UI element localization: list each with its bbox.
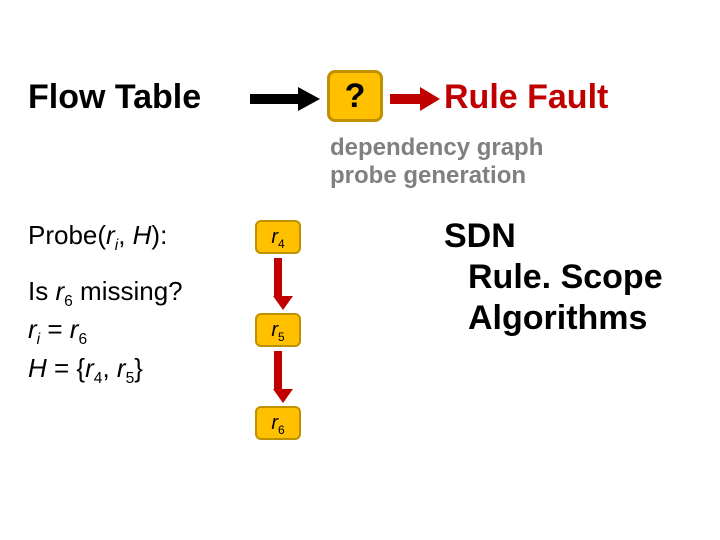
probe-assign-ri: ri = r6: [28, 312, 183, 350]
sdn-line2: Rule. Scope: [444, 257, 663, 298]
arrow-right-red-icon: [390, 90, 440, 108]
arrow-down-red-icon: [273, 258, 283, 310]
subtitle: dependency graph probe generation: [330, 134, 543, 189]
subtitle-line1: dependency graph: [330, 134, 543, 161]
subtitle-line2: probe generation: [330, 162, 526, 189]
rule-box-r5: r5: [255, 313, 301, 347]
flow-table-label: Flow Table: [28, 78, 201, 117]
rule-box-r6: r6: [255, 406, 301, 440]
rule-fault-label: Rule Fault: [444, 78, 608, 117]
probe-assign-H: H = {r4, r5}: [28, 351, 183, 389]
rule-box-r4: r4: [255, 220, 301, 254]
arrow-right-icon: [250, 90, 320, 108]
diagram-stage: Flow Table ? Rule Fault dependency graph…: [0, 0, 720, 540]
probe-heading: Probe(ri, H):: [28, 218, 183, 256]
sdn-line1: SDN: [444, 216, 663, 257]
question-box: ?: [327, 70, 383, 122]
probe-text: Probe(ri, H): Is r6 missing? ri = r6 H =…: [28, 218, 183, 389]
probe-question: Is r6 missing?: [28, 274, 183, 312]
arrow-down-red-icon: [273, 351, 283, 403]
sdn-line3: Algorithms: [444, 298, 663, 339]
sdn-block: SDN Rule. Scope Algorithms: [444, 216, 663, 338]
